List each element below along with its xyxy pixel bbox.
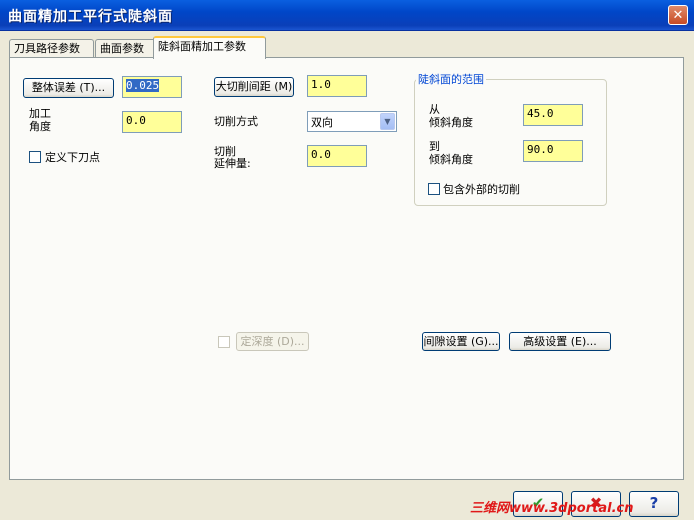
cut-method-select[interactable]: 双向 ▼ [307,111,397,132]
title-bar: 曲面精加工平行式陡斜面 ✕ [0,0,694,31]
define-lower-point-label: 定义下刀点 [45,151,100,164]
tab-toolpath-params[interactable]: 刀具路径参数 [9,39,94,58]
chevron-down-icon[interactable]: ▼ [380,113,395,130]
dialog-window: 曲面精加工平行式陡斜面 ✕ 刀具路径参数 曲面参数 陡斜面精加工参数 整体误差 … [0,0,694,520]
include-outside-label: 包含外部的切削 [443,183,520,196]
machining-angle-input[interactable]: 0.0 [122,111,182,133]
gap-settings-button[interactable]: 间隙设置 (G)... [422,332,500,351]
tab-surface-params[interactable]: 曲面参数 [95,39,160,58]
max-stepover-button[interactable]: 大切削间距 (M) [214,77,294,97]
close-button[interactable]: ✕ [668,5,688,25]
include-outside-checkbox[interactable] [428,183,440,195]
machining-angle-label-line2: 角度 [29,120,51,133]
watermark-text: 三维网www.3dportal.cn [470,501,634,516]
machining-angle-label-line1: 加工 [29,107,51,120]
cut-method-value: 双向 [311,116,333,129]
from-angle-label-line2: 倾斜角度 [429,116,473,129]
to-angle-input[interactable]: 90.0 [523,140,583,162]
to-angle-label-line1: 到 [429,140,440,153]
tab-steep-finish-params[interactable]: 陡斜面精加工参数 [153,36,266,59]
cut-extension-input[interactable]: 0.0 [307,145,367,167]
total-error-value: 0.025 [126,79,160,92]
max-stepover-input[interactable]: 1.0 [307,75,367,97]
total-error-input[interactable]: 0.025 [122,76,182,98]
advanced-settings-button[interactable]: 高级设置 (E)... [509,332,611,351]
limit-depth-checkbox[interactable] [218,336,230,348]
total-error-button[interactable]: 整体误差 (T)... [23,78,114,98]
limit-depth-button[interactable]: 定深度 (D)... [236,332,309,351]
tab-panel: 整体误差 (T)... 0.025 加工 角度 0.0 定义下刀点 大切削间距 … [9,57,684,480]
help-button[interactable]: ? [629,491,679,517]
from-angle-label-line1: 从 [429,103,440,116]
steep-range-title: 陡斜面的范围 [416,71,486,87]
help-icon: ? [649,494,659,512]
window-title: 曲面精加工平行式陡斜面 [8,9,173,25]
to-angle-label-line2: 倾斜角度 [429,153,473,166]
cut-method-label: 切削方式 [214,115,258,128]
from-angle-input[interactable]: 45.0 [523,104,583,126]
cut-extension-label-line2: 延伸量: [214,157,251,170]
define-lower-point-checkbox[interactable] [29,151,41,163]
